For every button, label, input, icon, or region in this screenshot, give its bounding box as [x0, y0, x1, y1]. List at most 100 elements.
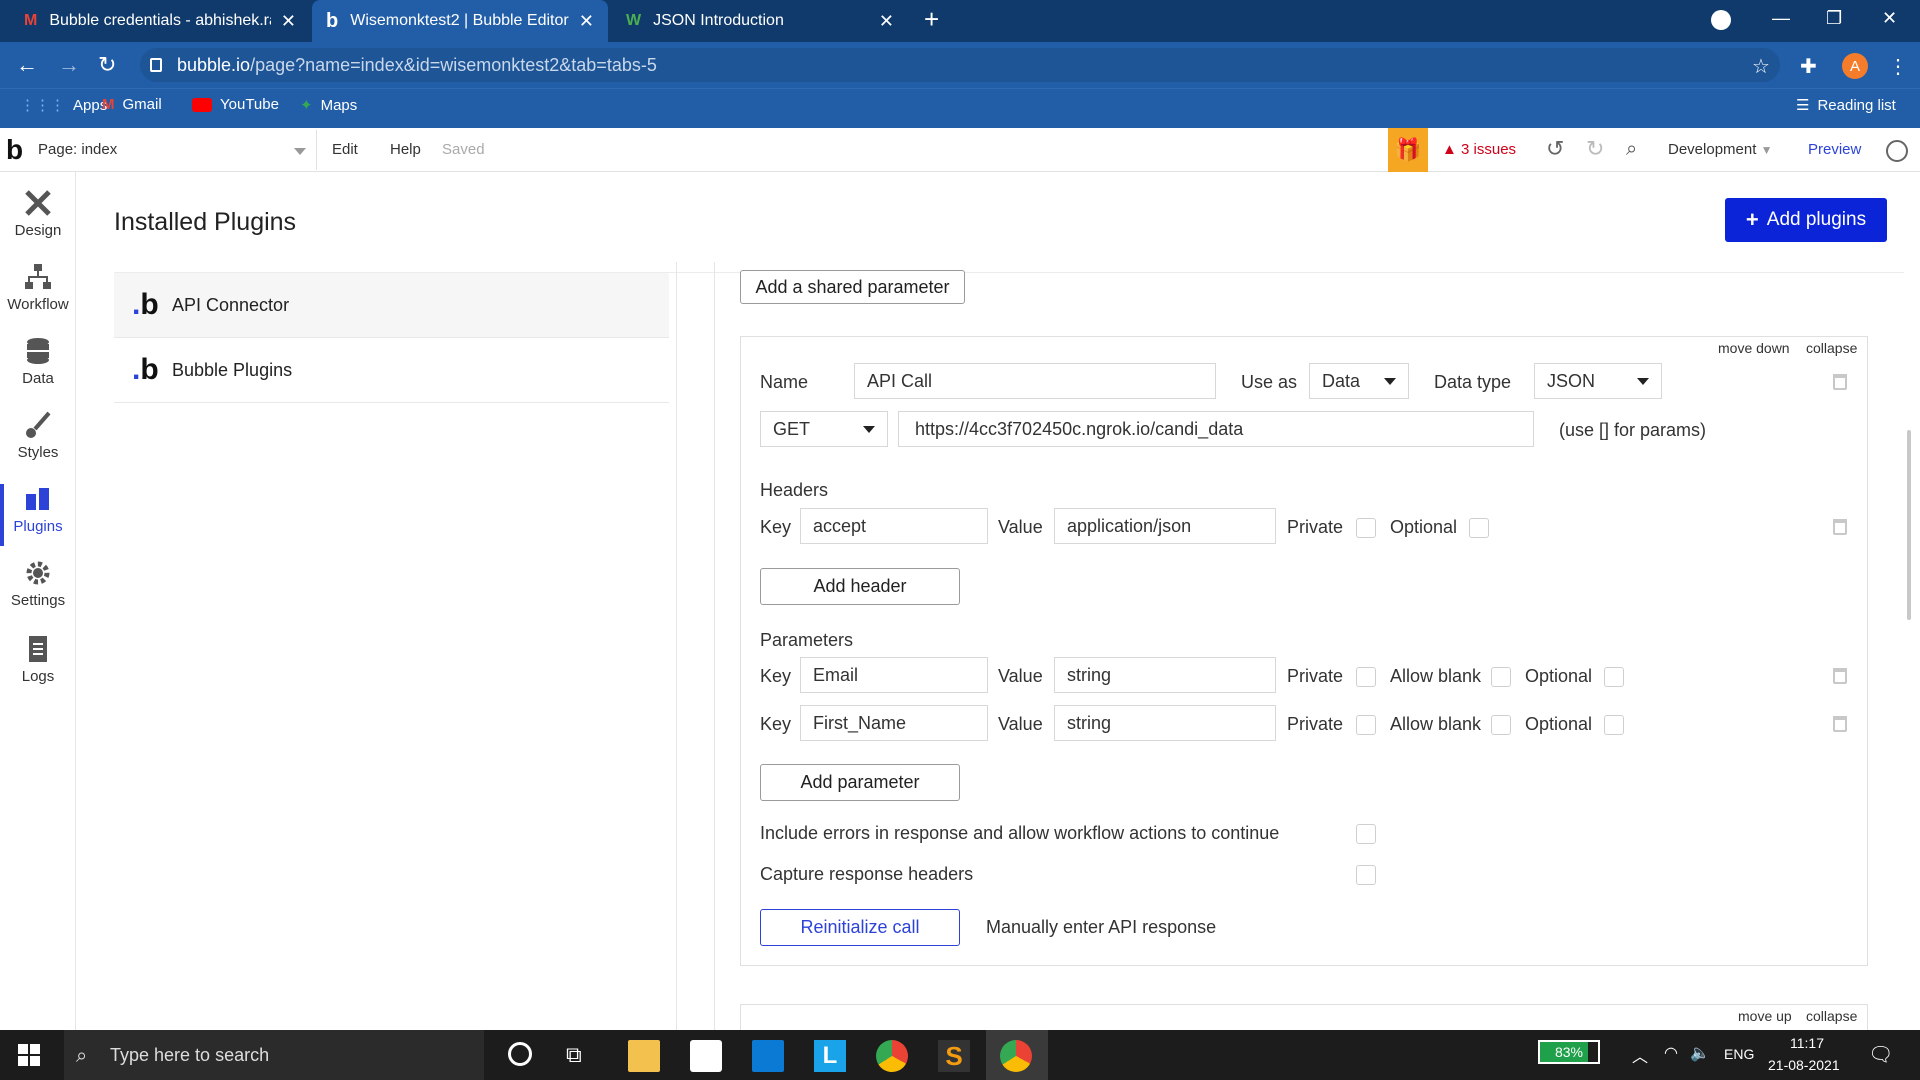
clock-time[interactable]: 11:17: [1790, 1035, 1824, 1051]
param-optional-checkbox[interactable]: [1604, 667, 1624, 687]
add-plugins-button[interactable]: + Add plugins: [1725, 198, 1887, 242]
taskbar-search[interactable]: Type here to search: [64, 1030, 484, 1080]
issues-indicator[interactable]: ▲ 3 issues: [1442, 141, 1516, 158]
cortana-icon[interactable]: [508, 1042, 532, 1066]
param-optional-checkbox[interactable]: [1604, 715, 1624, 735]
rail-workflow[interactable]: Workflow: [0, 254, 76, 328]
sublime-text-icon[interactable]: S: [938, 1040, 970, 1072]
rail-logs[interactable]: Logs: [0, 626, 76, 700]
rail-styles[interactable]: Styles: [0, 402, 76, 476]
redo-icon[interactable]: ↻: [1586, 136, 1604, 162]
profile-avatar[interactable]: A: [1842, 53, 1868, 79]
param-key-input[interactable]: First_Name: [800, 705, 988, 741]
clock-date[interactable]: 21-08-2021: [1768, 1057, 1840, 1073]
trash-icon[interactable]: [1833, 668, 1847, 684]
data-type-select[interactable]: JSON: [1534, 363, 1662, 399]
windows-start-icon[interactable]: [18, 1044, 40, 1066]
store-icon[interactable]: [690, 1040, 722, 1072]
l-app-icon[interactable]: L: [814, 1040, 846, 1072]
reload-icon[interactable]: ↻: [98, 52, 116, 78]
api-call-name-input[interactable]: API Call: [854, 363, 1216, 399]
rail-settings[interactable]: Settings: [0, 550, 76, 624]
language-indicator[interactable]: ENG: [1724, 1046, 1754, 1062]
url-text[interactable]: bubble.io/page?name=index&id=wisemonktes…: [177, 55, 657, 76]
account-icon[interactable]: [1886, 140, 1908, 162]
rail-plugins[interactable]: Plugins: [0, 476, 76, 550]
bookmark-star-icon[interactable]: ☆: [1752, 54, 1770, 79]
add-header-button[interactable]: Add header: [760, 568, 960, 605]
chrome-menu-icon[interactable]: ⋮: [1888, 54, 1908, 79]
environment-selector[interactable]: Development ▼: [1668, 141, 1772, 158]
forward-icon[interactable]: →: [58, 52, 80, 78]
trash-icon[interactable]: [1833, 716, 1847, 732]
file-explorer-icon[interactable]: [628, 1040, 660, 1072]
edit-menu[interactable]: Edit: [332, 141, 358, 158]
maximize-icon[interactable]: ❐: [1826, 8, 1842, 29]
bookmark-gmail[interactable]: M Gmail: [102, 96, 162, 113]
plugin-bubble-plugins[interactable]: .b Bubble Plugins: [114, 338, 669, 403]
close-icon[interactable]: ✕: [879, 11, 894, 32]
tab-gmail[interactable]: M Bubble credentials - abhishek.ran ✕: [10, 0, 310, 42]
bookmark-apps[interactable]: ⋮⋮⋮ Apps: [20, 96, 107, 115]
header-key-input[interactable]: accept: [800, 508, 988, 544]
battery-indicator[interactable]: 83%: [1538, 1040, 1600, 1064]
plugin-api-connector[interactable]: .b API Connector: [114, 273, 669, 338]
window-close-icon[interactable]: ✕: [1882, 8, 1897, 29]
new-tab-icon[interactable]: +: [924, 4, 939, 35]
move-down-link[interactable]: move down: [1718, 340, 1790, 356]
add-shared-parameter-button[interactable]: Add a shared parameter: [740, 270, 965, 304]
close-icon[interactable]: ✕: [281, 11, 296, 32]
wifi-icon[interactable]: ◠: [1664, 1043, 1678, 1063]
undo-icon[interactable]: ↺: [1546, 136, 1564, 162]
chrome-icon[interactable]: [876, 1040, 908, 1072]
capture-headers-checkbox[interactable]: [1356, 865, 1376, 885]
scrollbar-thumb[interactable]: [1907, 430, 1911, 620]
trash-icon[interactable]: [1833, 519, 1847, 535]
bookmark-maps[interactable]: ✦ Maps: [300, 96, 357, 115]
extensions-icon[interactable]: ✚: [1800, 54, 1817, 79]
task-view-icon[interactable]: ⧉: [566, 1042, 582, 1068]
param-key-input[interactable]: Email: [800, 657, 988, 693]
use-as-select[interactable]: Data: [1309, 363, 1409, 399]
param-allow-blank-checkbox[interactable]: [1491, 715, 1511, 735]
chevron-down-icon[interactable]: [294, 148, 306, 155]
header-optional-checkbox[interactable]: [1469, 518, 1489, 538]
reading-list[interactable]: ☰ Reading list: [1796, 96, 1896, 115]
back-icon[interactable]: ←: [16, 52, 38, 78]
preview-button[interactable]: Preview: [1808, 141, 1861, 158]
chrome-icon[interactable]: [1000, 1040, 1032, 1072]
param-private-checkbox[interactable]: [1356, 715, 1376, 735]
help-menu[interactable]: Help: [390, 141, 421, 158]
tab-bubble-editor[interactable]: b Wisemonktest2 | Bubble Editor ✕: [312, 0, 608, 42]
param-value-input[interactable]: string: [1054, 657, 1276, 693]
header-value-input[interactable]: application/json: [1054, 508, 1276, 544]
tab-json-intro[interactable]: W JSON Introduction ✕: [612, 0, 908, 42]
manual-response-link[interactable]: Manually enter API response: [986, 917, 1216, 938]
collapse-link[interactable]: collapse: [1806, 1008, 1857, 1024]
param-value-input[interactable]: string: [1054, 705, 1276, 741]
rail-design[interactable]: Design: [0, 180, 76, 254]
include-errors-checkbox[interactable]: [1356, 824, 1376, 844]
http-method-select[interactable]: GET: [760, 411, 888, 447]
endpoint-url-input[interactable]: https://4cc3f702450c.ngrok.io/candi_data: [898, 411, 1534, 447]
volume-icon[interactable]: 🔈: [1690, 1043, 1710, 1063]
search-icon[interactable]: ⌕: [1626, 138, 1637, 161]
collapse-link[interactable]: collapse: [1806, 340, 1857, 356]
bookmark-youtube[interactable]: YouTube: [192, 96, 279, 113]
gift-icon[interactable]: 🎁: [1388, 128, 1428, 172]
param-allow-blank-checkbox[interactable]: [1491, 667, 1511, 687]
chevron-up-icon[interactable]: ︿: [1632, 1043, 1648, 1067]
mail-icon[interactable]: [752, 1040, 784, 1072]
move-up-link[interactable]: move up: [1738, 1008, 1792, 1024]
trash-icon[interactable]: [1833, 374, 1847, 390]
param-private-checkbox[interactable]: [1356, 667, 1376, 687]
rail-data[interactable]: Data: [0, 328, 76, 402]
add-parameter-button[interactable]: Add parameter: [760, 764, 960, 801]
page-selector[interactable]: Page: index: [38, 141, 117, 158]
reinitialize-call-button[interactable]: Reinitialize call: [760, 909, 960, 946]
minimize-icon[interactable]: —: [1772, 8, 1790, 29]
notifications-icon[interactable]: 🗨: [1868, 1042, 1893, 1067]
close-icon[interactable]: ✕: [579, 11, 594, 32]
bubble-logo-icon[interactable]: b: [6, 134, 23, 166]
header-private-checkbox[interactable]: [1356, 518, 1376, 538]
